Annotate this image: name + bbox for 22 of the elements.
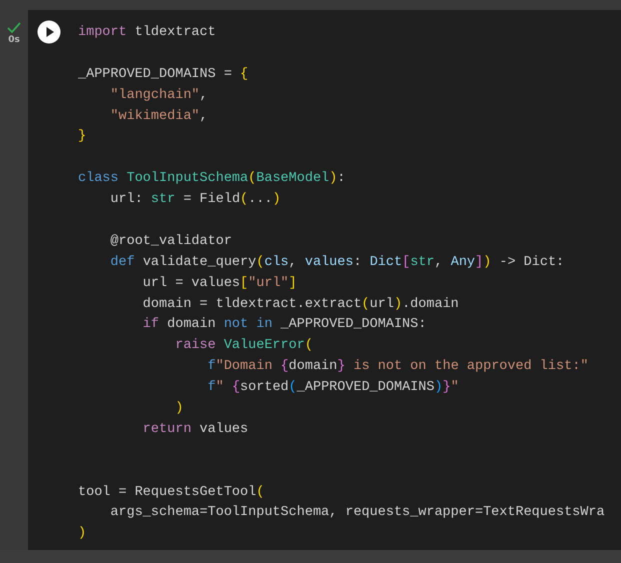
code-line: def validate_query(cls, values: Dict[str, Any]) -> Dict: — [109, 254, 566, 272]
code-line: url: str = Field(...) — [109, 191, 282, 210]
code-line: raise ValueError( — [174, 337, 314, 356]
code-line: if domain not in _APPROVED_DOMAINS: — [142, 316, 428, 334]
code-line: domain = tldextract.extract(url).domain — [142, 296, 460, 314]
code-line: ) — [174, 400, 184, 418]
code-line: _APPROVED_DOMAINS = { — [78, 66, 250, 84]
code-line: f" {sorted(_APPROVED_DOMAINS)}" — [206, 379, 460, 398]
code-line: class ToolInputSchema(BaseModel): — [78, 170, 346, 188]
code-line: url = values["url"] — [142, 274, 298, 293]
run-button[interactable] — [37, 20, 61, 44]
code-line: } — [78, 128, 88, 146]
code-line: "langchain", — [109, 86, 209, 105]
code-line: @root_validator — [109, 232, 233, 251]
code-line: f"Domain {domain} is not on the approved list:" — [206, 358, 590, 376]
code-line: import tldextract — [78, 24, 217, 42]
code-line: return values — [142, 420, 250, 439]
code-line: tool = RequestsGetTool( — [78, 484, 266, 502]
run-time: 0s — [8, 35, 20, 45]
code-line: "wikimedia", — [109, 108, 209, 126]
code-line: args_schema=ToolInputSchema, requests_wrapper=TextRequestsWra — [109, 504, 605, 522]
code-line: ) — [78, 525, 88, 544]
